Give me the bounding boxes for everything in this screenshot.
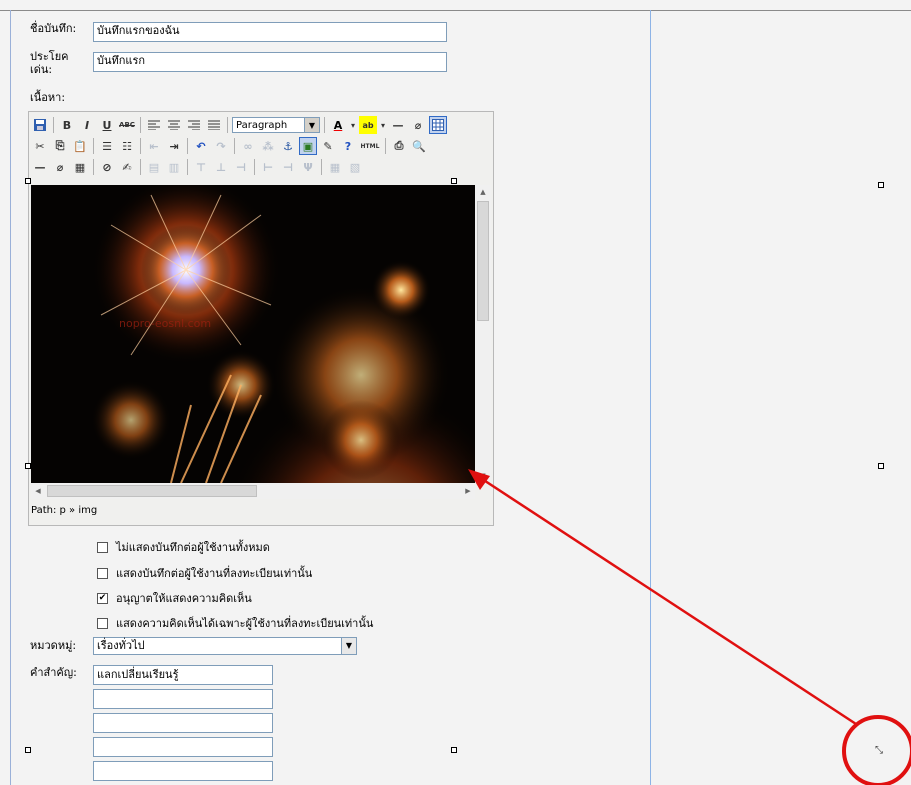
annotation-circle bbox=[842, 715, 911, 785]
annotation-arrow bbox=[475, 473, 857, 726]
arrowhead-icon bbox=[468, 469, 490, 490]
annotation-overlay bbox=[468, 469, 911, 785]
